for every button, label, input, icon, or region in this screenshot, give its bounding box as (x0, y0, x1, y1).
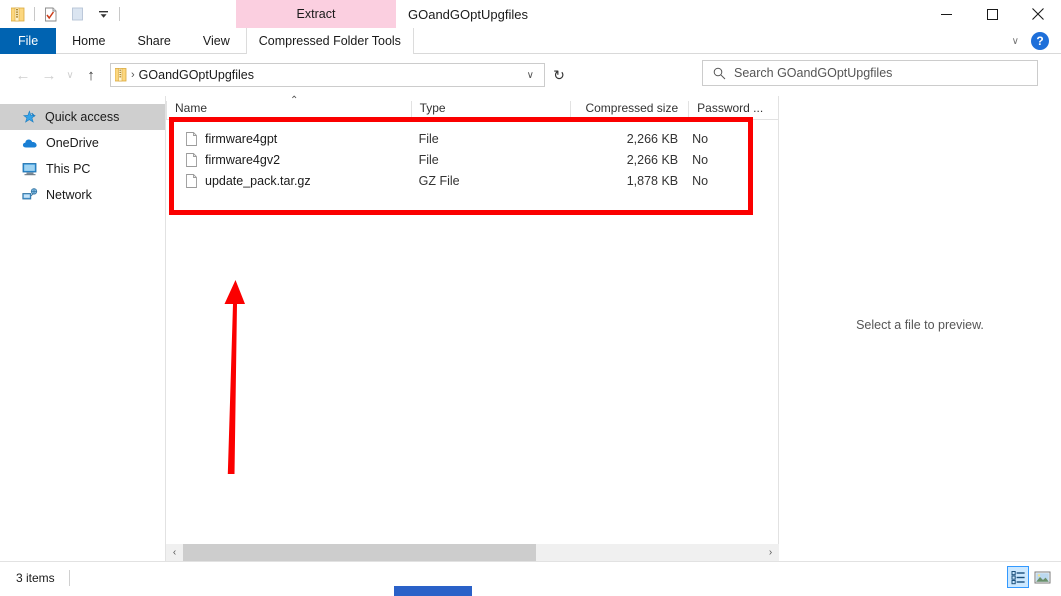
toolbar-separator (34, 7, 35, 21)
file-icon (186, 152, 197, 167)
file-icon (186, 131, 197, 146)
tab-compressed-folder-tools[interactable]: Compressed Folder Tools (245, 28, 414, 54)
file-password: No (692, 152, 709, 167)
sort-ascending-icon: ⌃ (290, 95, 299, 106)
toolbar-separator-2 (119, 7, 120, 21)
recent-locations-icon[interactable]: ∨ (62, 62, 78, 88)
status-separator (68, 569, 70, 586)
file-rows: firmware4gpt File 2,266 KB No firmware4g… (166, 120, 778, 191)
customize-dropdown-icon[interactable] (93, 4, 113, 24)
search-input[interactable]: Search GOandGOptUpgfiles (734, 66, 892, 80)
search-icon (713, 67, 726, 80)
close-button[interactable] (1015, 0, 1061, 28)
maximize-button[interactable] (969, 0, 1015, 28)
file-name: update_pack.tar.gz (205, 173, 311, 188)
scroll-right-icon[interactable]: › (762, 544, 779, 561)
chevron-down-icon[interactable]: ∨ (1008, 36, 1023, 47)
details-view-button[interactable] (1007, 566, 1029, 588)
preview-message: Select a file to preview. (856, 318, 984, 332)
title-bar: Extract GOandGOptUpgfiles (0, 0, 1061, 28)
breadcrumb[interactable]: › GOandGOptUpgfiles (115, 68, 521, 82)
breadcrumb-separator: › (131, 69, 135, 81)
cloud-icon (22, 137, 38, 150)
contextual-tab-header: Extract (236, 0, 396, 28)
table-row[interactable]: firmware4gpt File 2,266 KB No (166, 128, 778, 149)
search-box[interactable]: Search GOandGOptUpgfiles (702, 60, 1038, 86)
properties-icon[interactable] (41, 4, 61, 24)
file-name: firmware4gv2 (205, 152, 281, 167)
file-explorer-window: Extract GOandGOptUpgfiles File Home Shar… (0, 0, 1061, 596)
file-compressed-size: 1,878 KB (626, 173, 679, 188)
file-name-cell[interactable]: firmware4gpt (166, 132, 411, 146)
address-dropdown-icon[interactable]: ∨ (521, 70, 540, 81)
sidebar-item-quick-access[interactable]: Quick access (0, 104, 165, 130)
scrollbar-thumb[interactable] (183, 544, 537, 561)
address-bar[interactable]: › GOandGOptUpgfiles ∨ (110, 63, 545, 87)
network-icon (22, 188, 38, 202)
sidebar-item-label: This PC (46, 162, 91, 176)
taskbar-peek (394, 586, 472, 596)
file-list-pane: ⌃ Name Type Compressed size Password ... (166, 95, 779, 561)
column-header-type[interactable]: Type (410, 101, 571, 119)
quick-access-toolbar (0, 0, 120, 28)
ribbon-right-controls: ∨ ? (1008, 28, 1057, 54)
explorer-body: Quick access OneDrive This PC Network ⌃ … (0, 95, 1061, 561)
file-icon (186, 173, 197, 188)
table-row[interactable]: firmware4gv2 File 2,266 KB No (166, 149, 778, 170)
window-title: GOandGOptUpgfiles (408, 6, 528, 22)
scrollbar-track[interactable] (183, 544, 762, 561)
sidebar-item-label: Network (46, 188, 92, 202)
breadcrumb-current[interactable]: GOandGOptUpgfiles (139, 68, 254, 82)
preview-pane: Select a file to preview. (779, 96, 1061, 561)
file-password: No (692, 173, 709, 188)
refresh-button[interactable]: ↻ (545, 63, 573, 87)
tab-share[interactable]: Share (122, 28, 187, 54)
tab-view[interactable]: View (187, 28, 246, 54)
forward-button[interactable]: → (36, 62, 62, 88)
file-name-cell[interactable]: update_pack.tar.gz (166, 174, 411, 188)
monitor-icon (22, 162, 38, 176)
up-button[interactable]: ↑ (78, 62, 104, 88)
status-bar: 3 items (0, 561, 1061, 593)
file-name: firmware4gpt (205, 131, 278, 146)
pin-star-icon (22, 109, 37, 125)
minimize-button[interactable] (923, 0, 969, 28)
tab-home[interactable]: Home (56, 28, 121, 54)
view-mode-buttons (1007, 566, 1053, 588)
zip-folder-icon[interactable] (8, 4, 28, 24)
file-type: File (418, 131, 439, 146)
ribbon-tab-strip: File Home Share View Compressed Folder T… (0, 28, 1061, 54)
zip-folder-icon-small (115, 68, 127, 82)
sidebar-item-label: OneDrive (46, 136, 99, 150)
horizontal-scrollbar[interactable]: ‹ › (166, 544, 779, 561)
column-header-name[interactable]: Name (166, 101, 411, 119)
file-password: No (692, 131, 709, 146)
sidebar-item-onedrive[interactable]: OneDrive (0, 130, 165, 156)
file-type: File (418, 152, 439, 167)
sidebar-item-this-pc[interactable]: This PC (0, 156, 165, 182)
large-icons-view-button[interactable] (1031, 566, 1053, 588)
scroll-left-icon[interactable]: ‹ (166, 544, 183, 561)
back-button[interactable]: ← (10, 62, 36, 88)
sidebar-item-network[interactable]: Network (0, 182, 165, 208)
tab-file[interactable]: File (0, 28, 57, 54)
help-icon[interactable]: ? (1031, 32, 1049, 50)
file-type: GZ File (418, 173, 460, 188)
sidebar-item-label: Quick access (45, 110, 120, 124)
blank-page-icon[interactable] (67, 4, 87, 24)
column-header-password[interactable]: Password ... (688, 101, 778, 119)
file-compressed-size: 2,266 KB (626, 131, 679, 146)
file-compressed-size: 2,266 KB (626, 152, 679, 167)
item-count: 3 items (16, 570, 55, 585)
navigation-pane: Quick access OneDrive This PC Network (0, 96, 166, 561)
table-row[interactable]: update_pack.tar.gz GZ File 1,878 KB No (166, 170, 778, 191)
file-name-cell[interactable]: firmware4gv2 (166, 153, 411, 167)
column-header-compressed-size[interactable]: Compressed size (570, 101, 688, 119)
column-headers: ⌃ Name Type Compressed size Password ... (166, 95, 778, 120)
window-controls (923, 0, 1061, 28)
